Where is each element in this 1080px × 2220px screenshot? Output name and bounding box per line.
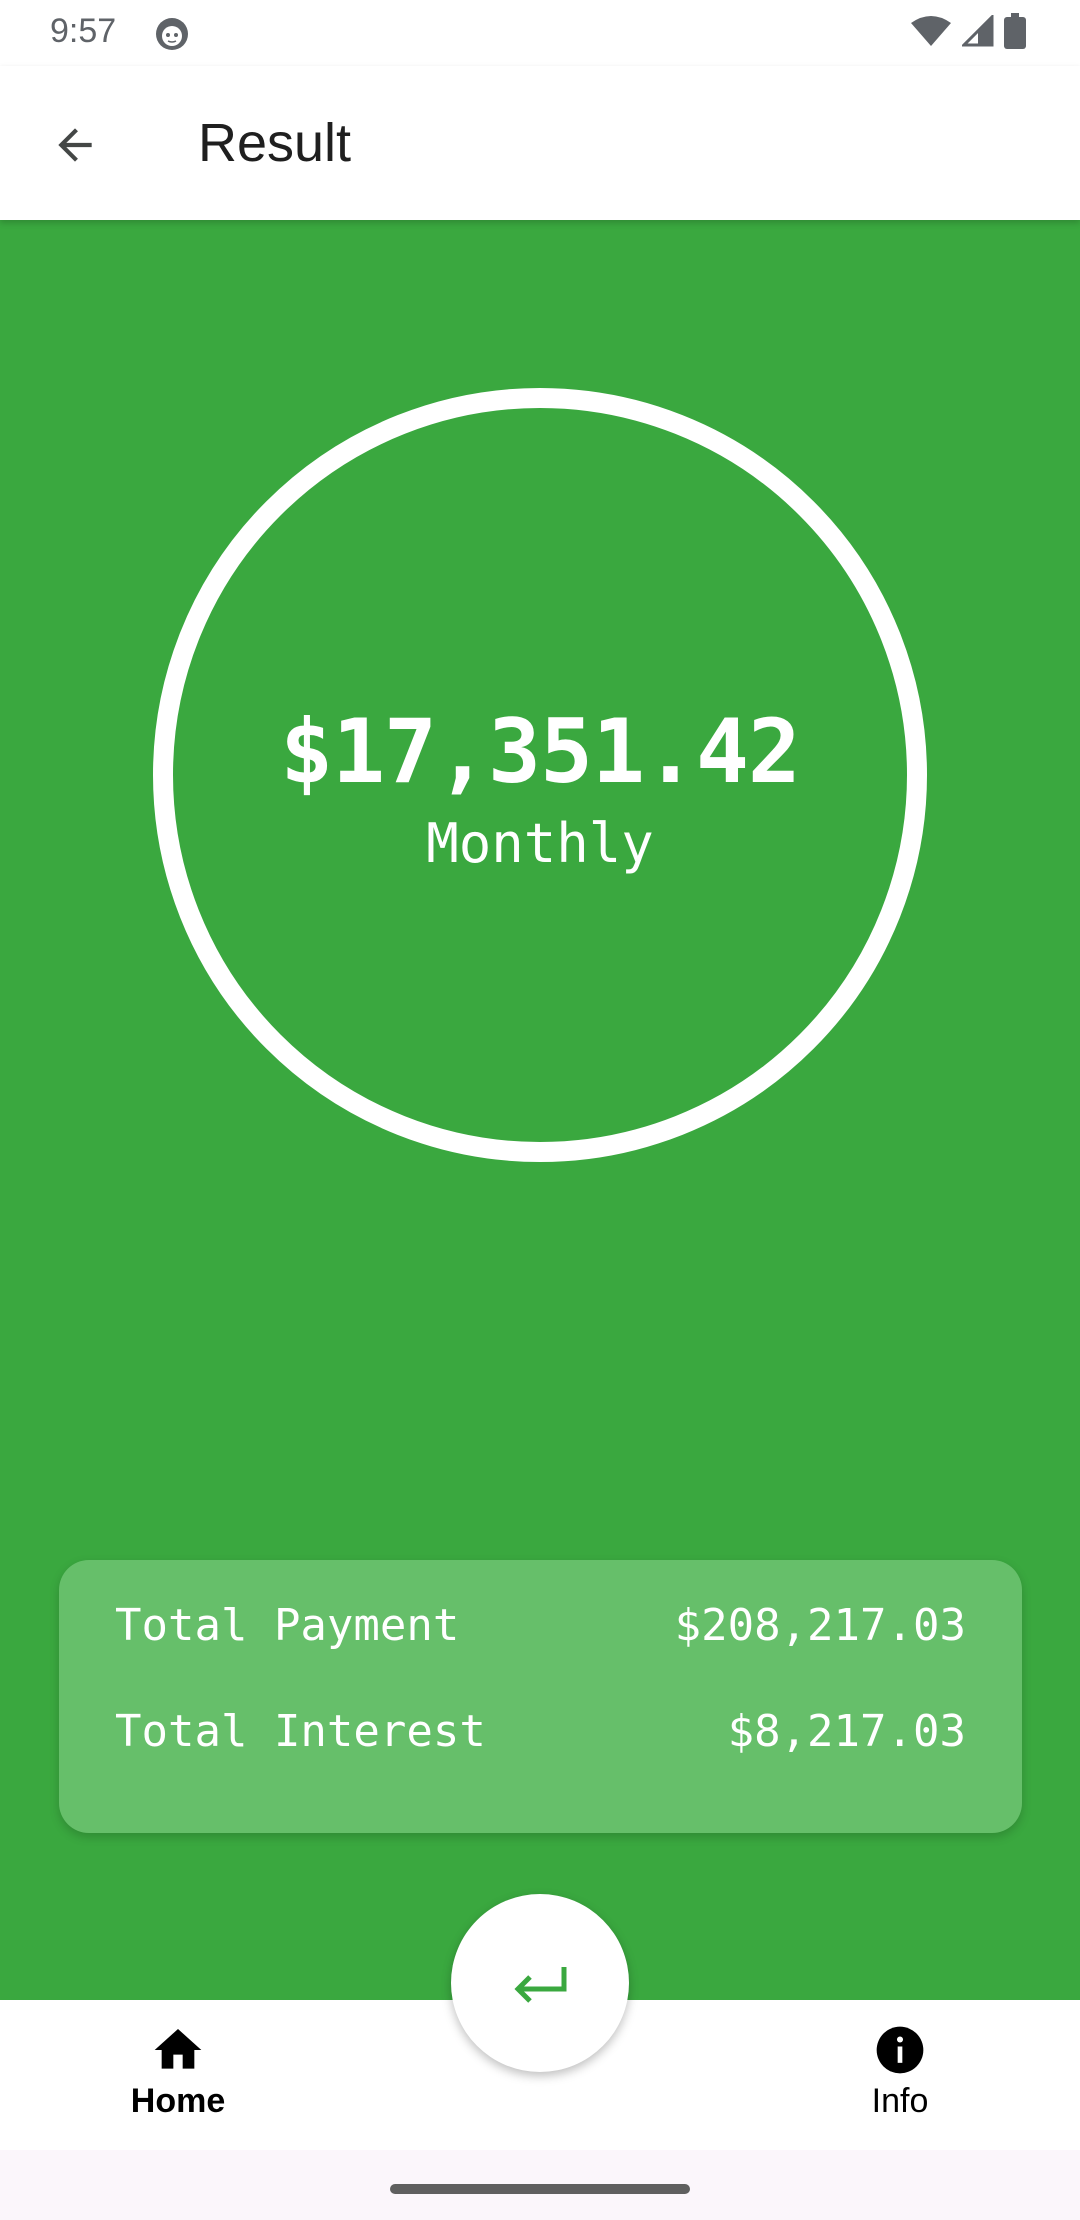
status-icons xyxy=(910,13,1026,53)
wifi-icon xyxy=(910,15,952,51)
info-icon xyxy=(876,2026,924,2074)
page-title: Result xyxy=(198,113,352,173)
gesture-handle[interactable] xyxy=(390,2184,690,2194)
return-fab-button[interactable] xyxy=(451,1894,629,2072)
nav-item-info[interactable]: Info xyxy=(800,2022,1000,2121)
avatar-icon xyxy=(154,16,190,52)
gesture-navigation-area xyxy=(0,2150,1080,2220)
total-interest-label: Total Interest xyxy=(115,1706,486,1757)
signal-icon xyxy=(960,13,994,51)
battery-icon xyxy=(1004,13,1026,53)
total-payment-row: Total Payment $208,217.03 xyxy=(115,1600,966,1651)
monthly-payment-amount: $17,351.42 xyxy=(280,700,801,803)
arrow-back-icon xyxy=(58,128,92,162)
result-screen: 9:57 Result $17,351.42 Monthly Total Pay… xyxy=(0,0,1080,2220)
total-interest-value: $8,217.03 xyxy=(727,1706,966,1757)
status-bar: 9:57 xyxy=(0,0,1080,66)
summary-card: Total Payment $208,217.03 Total Interest… xyxy=(59,1560,1022,1833)
total-payment-value: $208,217.03 xyxy=(674,1600,966,1651)
nav-label-info: Info xyxy=(871,2082,929,2120)
nav-item-home[interactable]: Home xyxy=(78,2022,278,2121)
app-bar: Result xyxy=(0,66,1080,220)
monthly-payment-label: Monthly xyxy=(426,812,654,875)
nav-label-home: Home xyxy=(130,2082,226,2120)
home-icon xyxy=(154,2029,202,2069)
keyboard-return-icon xyxy=(514,1967,567,2003)
status-time: 9:57 xyxy=(50,12,117,50)
total-payment-label: Total Payment xyxy=(115,1600,460,1651)
back-button[interactable] xyxy=(40,110,110,180)
result-content: $17,351.42 Monthly Total Payment $208,21… xyxy=(0,220,1080,2000)
total-interest-row: Total Interest $8,217.03 xyxy=(115,1706,966,1757)
